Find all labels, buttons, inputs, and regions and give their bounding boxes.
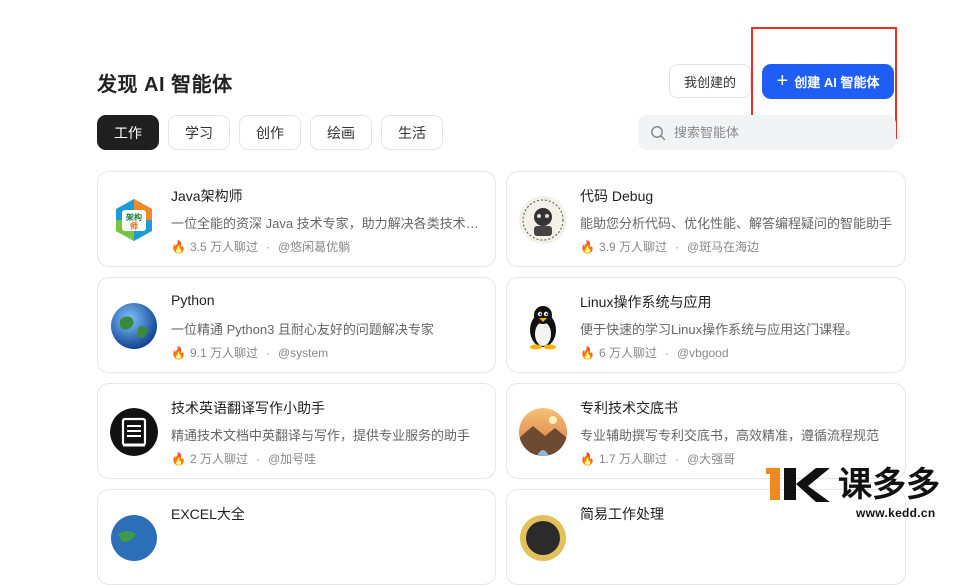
agent-name: Java架构师 <box>171 188 243 204</box>
separator-dot: · <box>674 451 679 466</box>
agent-card-python[interactable]: Python 一位精通 Python3 且耐心友好的问题解决专家 🔥 9.1 万… <box>97 277 496 373</box>
chat-count: 9.1 万人聊过 <box>189 346 258 360</box>
agent-author: @大强哥 <box>686 452 736 466</box>
agent-name: EXCEL大全 <box>171 506 245 522</box>
agent-meta: 🔥 3.9 万人聊过 · @斑马在海边 <box>580 238 759 255</box>
penguin-icon <box>519 302 567 350</box>
agent-meta: 🔥 3.5 万人聊过 · @悠闲葛优躺 <box>171 238 350 255</box>
svg-text:课多多: 课多多 <box>838 465 940 505</box>
separator-dot: · <box>255 451 260 466</box>
svg-text:架构: 架构 <box>125 212 142 222</box>
agent-name: 技术英语翻译写作小助手 <box>171 400 325 416</box>
agent-card-tech-english[interactable]: 技术英语翻译写作小助手 精通技术文档中英翻译与写作，提供专业服务的助手 🔥 2 … <box>97 383 496 479</box>
agent-author: @system <box>277 345 329 360</box>
tab-work[interactable]: 工作 <box>97 115 159 150</box>
agent-name: 专利技术交底书 <box>580 400 678 416</box>
chat-count: 6 万人聊过 <box>598 346 657 360</box>
category-tabs: 工作 学习 创作 绘画 生活 <box>97 115 443 150</box>
agent-description: 专业辅助撰写专利交底书，高效精准，遵循流程规范 <box>580 428 880 443</box>
chat-count: 3.5 万人聊过 <box>189 240 258 254</box>
chat-count: 1.7 万人聊过 <box>598 452 667 466</box>
agent-description: 一位精通 Python3 且耐心友好的问题解决专家 <box>171 322 434 337</box>
flame-icon: 🔥 <box>580 239 595 254</box>
plus-icon: + <box>776 69 789 92</box>
agent-author: @vbgood <box>676 345 729 360</box>
separator-dot: · <box>674 239 679 254</box>
excel-icon <box>110 514 158 562</box>
agent-name: 简易工作处理 <box>580 506 664 522</box>
flame-icon: 🔥 <box>171 345 186 360</box>
agent-description: 能助您分析代码、优化性能、解答编程疑问的智能助手 <box>580 216 892 231</box>
agent-author: @斑马在海边 <box>686 240 760 254</box>
create-agent-label: 创建 AI 智能体 <box>794 75 880 90</box>
agent-author: @加号哇 <box>267 452 317 466</box>
agent-description: 一位全能的资深 Java 技术专家，助力解决各类技术问题 <box>171 216 483 231</box>
globe-icon <box>110 302 158 350</box>
agent-meta: 🔥 6 万人聊过 · @vbgood <box>580 344 729 361</box>
separator-dot: · <box>265 239 270 254</box>
agent-card-linux[interactable]: Linux操作系统与应用 便于快速的学习Linux操作系统与应用这门课程。 🔥 … <box>506 277 906 373</box>
search-box[interactable] <box>638 115 896 150</box>
chat-count: 3.9 万人聊过 <box>598 240 667 254</box>
tab-drawing[interactable]: 绘画 <box>310 115 372 150</box>
flame-icon: 🔥 <box>580 345 595 360</box>
agent-description: 便于快速的学习Linux操作系统与应用这门课程。 <box>580 322 859 337</box>
java-architect-icon: 架构 师 <box>110 196 158 244</box>
agent-description: 精通技术文档中英翻译与写作，提供专业服务的助手 <box>171 428 471 443</box>
tab-life[interactable]: 生活 <box>381 115 443 150</box>
separator-dot: · <box>664 345 669 360</box>
watermark-url: www.kedd.cn <box>856 506 936 520</box>
agent-meta: 🔥 9.1 万人聊过 · @system <box>171 344 328 361</box>
landscape-icon <box>519 408 567 456</box>
flame-icon: 🔥 <box>171 239 186 254</box>
agent-name: Linux操作系统与应用 <box>580 294 712 310</box>
work-icon <box>519 514 567 562</box>
svg-text:师: 师 <box>130 221 138 231</box>
page-title: 发现 AI 智能体 <box>97 74 233 96</box>
search-input[interactable] <box>672 124 876 141</box>
my-created-button[interactable]: 我创建的 <box>669 64 751 98</box>
agent-meta: 🔥 1.7 万人聊过 · @大强哥 <box>580 450 735 467</box>
document-icon <box>110 408 158 456</box>
flame-icon: 🔥 <box>580 451 595 466</box>
separator-dot: · <box>265 345 270 360</box>
agent-card-java-architect[interactable]: 架构 师 Java架构师 一位全能的资深 Java 技术专家，助力解决各类技术问… <box>97 171 496 267</box>
agent-name: 代码 Debug <box>580 188 654 204</box>
agent-author: @悠闲葛优躺 <box>277 240 351 254</box>
agent-card-code-debug[interactable]: 代码 Debug 能助您分析代码、优化性能、解答编程疑问的智能助手 🔥 3.9 … <box>506 171 906 267</box>
agent-name: Python <box>171 292 215 308</box>
flame-icon: 🔥 <box>171 451 186 466</box>
create-agent-button[interactable]: + 创建 AI 智能体 <box>762 64 894 99</box>
chat-count: 2 万人聊过 <box>189 452 248 466</box>
agent-meta: 🔥 2 万人聊过 · @加号哇 <box>171 450 316 467</box>
search-icon <box>651 125 666 140</box>
tab-creation[interactable]: 创作 <box>239 115 301 150</box>
debug-icon <box>519 196 567 244</box>
agent-card-excel[interactable]: EXCEL大全 <box>97 489 496 585</box>
tab-study[interactable]: 学习 <box>168 115 230 150</box>
